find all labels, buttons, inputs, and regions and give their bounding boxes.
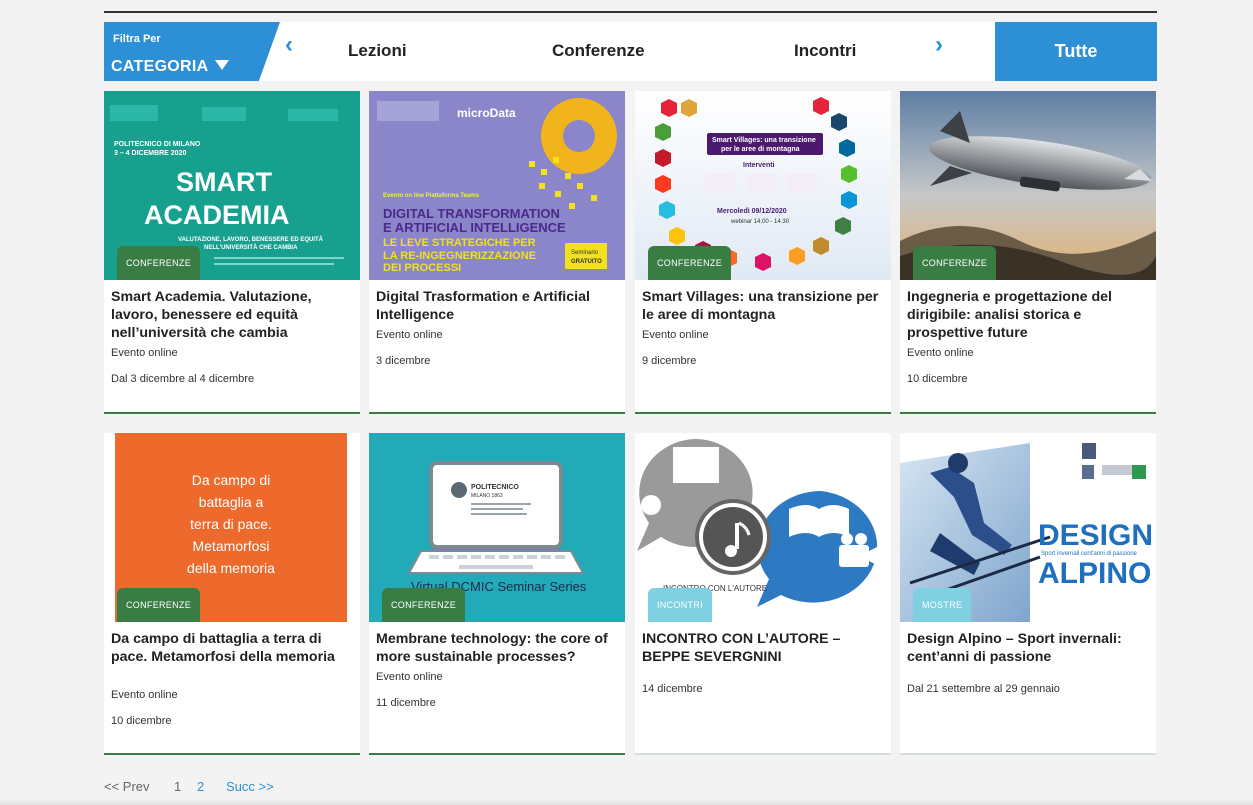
event-date: 14 dicembre <box>642 683 703 695</box>
event-card[interactable]: microData Evento on line Piattaforma Tea… <box>369 91 625 414</box>
category-label: CATEGORIA <box>111 58 209 75</box>
thumb-text: battaglia a <box>199 494 264 510</box>
event-date: 11 dicembre <box>376 697 436 709</box>
event-title[interactable]: Digital Trasformation e Artificial Intel… <box>376 288 621 324</box>
event-title[interactable]: Smart Academia. Valutazione, lavoro, ben… <box>111 288 356 342</box>
thumb-text: POLITECNICO <box>471 484 519 491</box>
next-page-link[interactable]: Succ >> <box>226 779 274 794</box>
thumb-text: E ARTIFICIAL INTELLIGENCE <box>383 220 566 235</box>
thumb-text: VALUTAZIONE, LAVORO, BENESSERE ED EQUITÀ <box>178 236 324 243</box>
thumb-text: POLITECNICO DI MILANO <box>114 141 201 148</box>
event-card[interactable]: Smart Villages: una transizione per le a… <box>635 91 891 414</box>
event-date: 9 dicembre <box>642 355 697 367</box>
thumb-text: Evento on line Piattaforma Teams <box>383 193 480 199</box>
thumb-text: per le aree di montagna <box>721 146 800 153</box>
filter-label: Filtra Per <box>113 33 161 45</box>
category-badge: INCONTRI <box>648 588 712 622</box>
category-dropdown[interactable]: Filtra Per CATEGORIA <box>104 22 280 81</box>
event-title[interactable]: Ingegneria e progettazione del dirigibil… <box>907 288 1152 342</box>
event-card[interactable]: INCONTRO CON L'AUTORE INCONTRI INCONTRO … <box>635 433 891 755</box>
caret-down-icon <box>214 60 229 70</box>
thumb-text: microData <box>457 106 516 120</box>
event-title[interactable]: INCONTRO CON L’AUTORE – BEPPE SEVERGNINI <box>642 630 887 666</box>
event-location: Evento online <box>376 671 443 683</box>
thumb-text: LE LEVE STRATEGICHE PER <box>383 237 536 249</box>
thumb-text: Sport invernali cent'anni di passione <box>1041 551 1138 557</box>
top-divider <box>104 11 1157 13</box>
event-date: 10 dicembre <box>111 715 172 727</box>
event-date: 10 dicembre <box>907 373 968 385</box>
event-location: Evento online <box>642 329 709 341</box>
category-badge: CONFERENZE <box>117 588 201 622</box>
thumb-text: della memoria <box>187 560 275 576</box>
event-date: Dal 21 settembre al 29 gennaio <box>907 683 1060 695</box>
chevron-right-icon[interactable]: › <box>929 33 949 57</box>
event-title[interactable]: Design Alpino – Sport invernali: cent’an… <box>907 630 1152 666</box>
thumb-text: webinar 14.00 - 14.30 <box>730 219 790 225</box>
category-badge: CONFERENZE <box>382 588 466 622</box>
thumb-text: Seminario <box>571 250 599 256</box>
event-card[interactable]: CONFERENZE Ingegneria e progettazione de… <box>900 91 1156 414</box>
page-2-current[interactable]: 2 <box>197 779 204 794</box>
thumb-text: Da campo di <box>192 472 271 488</box>
thumb-text: DEI PROCESSI <box>383 262 461 274</box>
thumb-text: SMART <box>176 167 272 197</box>
tab-conferenze[interactable]: Conferenze <box>552 41 645 61</box>
event-card[interactable]: DESIGN ALPINO Sport invernali cent'anni … <box>900 433 1156 755</box>
thumb-text: Mercoledì 09/12/2020 <box>717 208 787 215</box>
event-date: 3 dicembre <box>376 355 431 367</box>
event-thumbnail[interactable]: microData Evento on line Piattaforma Tea… <box>369 91 625 280</box>
thumb-text: MILANO 1863 <box>471 493 503 499</box>
thumb-text: GRATUITO <box>571 259 602 265</box>
event-location: Evento online <box>111 689 178 701</box>
thumb-text: ALPINO <box>1038 557 1151 590</box>
thumb-text: NELL'UNIVERSITÀ CHE CAMBIA <box>204 244 298 251</box>
category-badge: CONFERENZE <box>648 246 732 280</box>
event-title[interactable]: Smart Villages: una transizione per le a… <box>642 288 887 324</box>
thumb-text: 3 – 4 DICEMBRE 2020 <box>114 150 186 157</box>
bottom-shadow <box>0 799 1253 805</box>
category-filter-bar: Filtra Per CATEGORIA ‹ Lezioni Conferenz… <box>104 22 1157 81</box>
category-badge: CONFERENZE <box>117 246 201 280</box>
event-title[interactable]: Membrane technology: the core of more su… <box>376 630 621 666</box>
category-badge: MOSTRE <box>913 588 972 622</box>
thumb-text: DIGITAL TRANSFORMATION <box>383 206 560 221</box>
event-location: Evento online <box>111 347 178 359</box>
tab-tutte[interactable]: Tutte <box>995 22 1157 81</box>
category-badge: CONFERENZE <box>913 246 997 280</box>
thumb-text: ACADEMIA <box>144 200 290 230</box>
chevron-left-icon[interactable]: ‹ <box>279 33 299 57</box>
event-card[interactable]: POLITECNICO DI MILANO 3 – 4 DICEMBRE 202… <box>104 91 360 414</box>
thumb-text: Smart Villages: una transizione <box>712 137 816 144</box>
thumb-text: terra di pace. <box>190 516 272 532</box>
event-date: Dal 3 dicembre al 4 dicembre <box>111 373 255 385</box>
event-location: Evento online <box>376 329 443 341</box>
page-1-link[interactable]: 1 <box>174 779 181 794</box>
thumb-text: DESIGN <box>1038 519 1153 552</box>
event-card[interactable]: POLITECNICO MILANO 1863 Virtual DCMIC Se… <box>369 433 625 755</box>
event-location: Evento online <box>907 347 974 359</box>
thumb-text: Metamorfosi <box>192 538 269 554</box>
event-title[interactable]: Da campo di battaglia a terra di pace. M… <box>111 630 356 666</box>
event-card[interactable]: Da campo di battaglia a terra di pace. M… <box>104 433 360 755</box>
prev-page-link[interactable]: << Prev <box>104 779 150 794</box>
tab-incontri[interactable]: Incontri <box>794 41 856 61</box>
tab-lezioni[interactable]: Lezioni <box>348 41 407 61</box>
thumb-text: LA RE-INGEGNERIZZAZIONE <box>383 250 536 262</box>
thumb-text: Interventi <box>743 162 775 169</box>
